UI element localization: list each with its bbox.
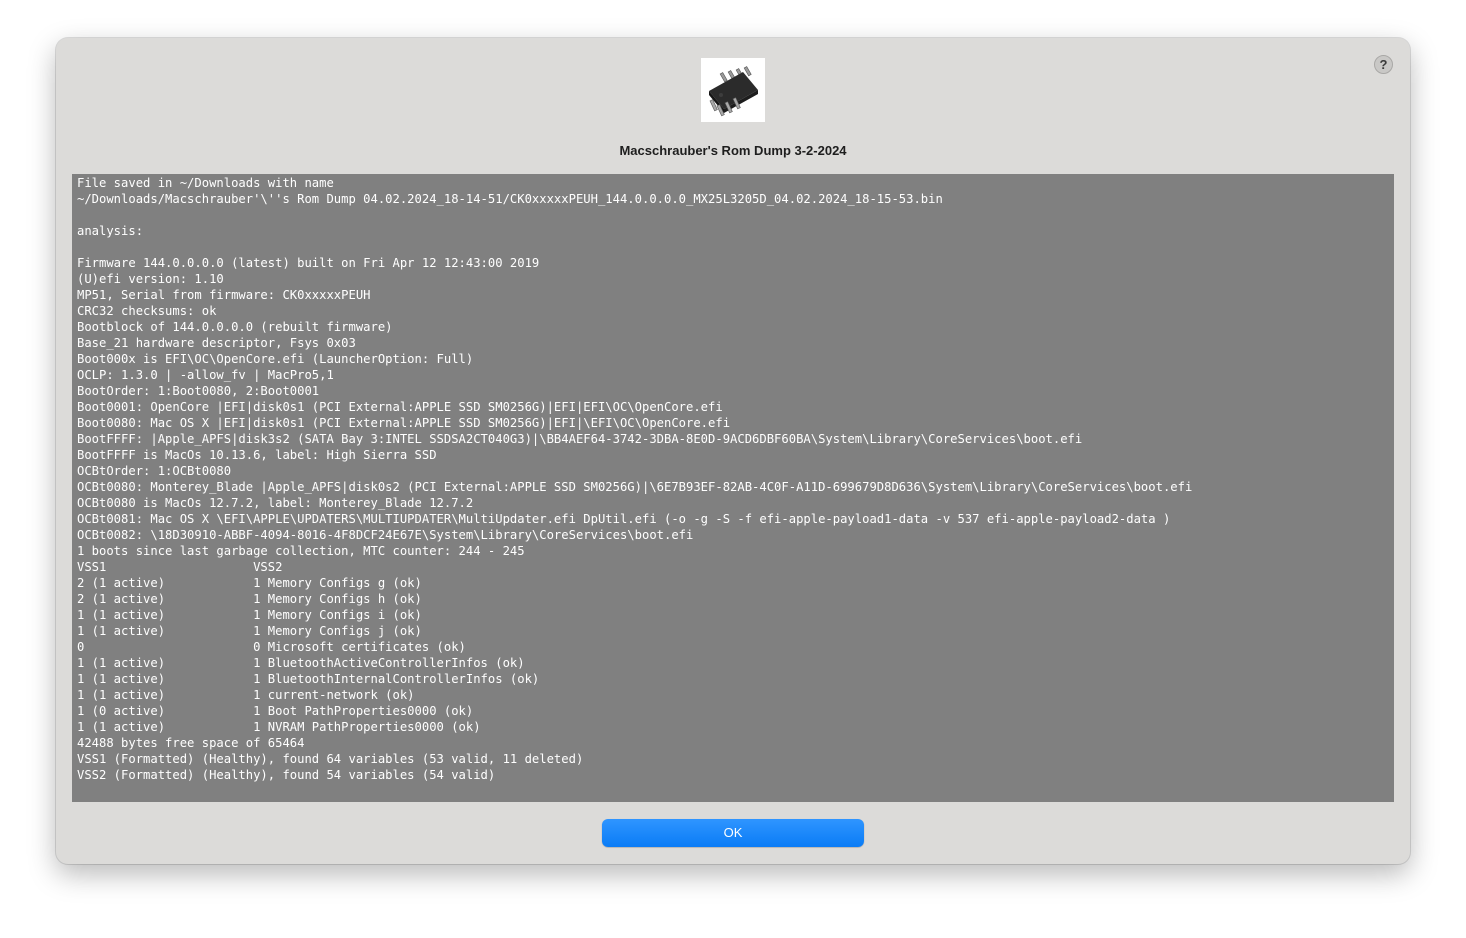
- log-line: 1 (1 active) 1 Memory Configs i (ok): [77, 608, 422, 622]
- log-line: 2 (1 active) 1 Memory Configs h (ok): [77, 592, 422, 606]
- log-line: OCLP: 1.3.0 | -allow_fv | MacPro5,1: [77, 368, 334, 382]
- log-line: BootFFFF: |Apple_APFS|disk3s2 (SATA Bay …: [77, 432, 1083, 446]
- dialog-title: Macschrauber's Rom Dump 3-2-2024: [619, 143, 847, 158]
- log-line: VSS2 (Formatted) (Healthy), found 54 var…: [77, 768, 496, 782]
- log-line: Firmware 144.0.0.0.0 (latest) built on F…: [77, 256, 540, 270]
- log-line: OCBt0081: Mac OS X \EFI\APPLE\UPDATERS\M…: [77, 512, 1171, 526]
- log-line: BootFFFF is MacOs 10.13.6, label: High S…: [77, 448, 437, 462]
- log-line: VSS1 VSS2: [77, 560, 283, 574]
- log-line: 1 boots since last garbage collection, M…: [77, 544, 525, 558]
- rom-dump-dialog: ? Macschrauber's Rom Dump 3-2-2024 File …: [56, 38, 1410, 864]
- log-line: analysis:: [77, 224, 144, 238]
- log-output[interactable]: File saved in ~/Downloads with name ~/Dow…: [72, 174, 1394, 802]
- log-line: Bootblock of 144.0.0.0.0 (rebuilt firmwa…: [77, 320, 393, 334]
- log-line: OCBtOrder: 1:OCBt0080: [77, 464, 232, 478]
- log-line: BootOrder: 1:Boot0080, 2:Boot0001: [77, 384, 320, 398]
- log-line: File saved in ~/Downloads with name: [77, 176, 334, 190]
- log-line: 1 (1 active) 1 NVRAM PathProperties0000 …: [77, 720, 481, 734]
- log-line: Base_21 hardware descriptor, Fsys 0x03: [77, 336, 356, 350]
- log-line: CRC32 checksums: ok: [77, 304, 217, 318]
- log-line: OCBt0082: \18D30910-ABBF-4094-8016-4F8DC…: [77, 528, 694, 542]
- log-line: Boot0080: Mac OS X |EFI|disk0s1 (PCI Ext…: [77, 416, 731, 430]
- log-line: (U)efi version: 1.10: [77, 272, 224, 286]
- log-line: Boot000x is EFI\OC\OpenCore.efi (Launche…: [77, 352, 474, 366]
- log-line: VSS1 (Formatted) (Healthy), found 64 var…: [77, 752, 584, 766]
- ok-button[interactable]: OK: [602, 819, 864, 847]
- log-line: OCBt0080 is MacOs 12.7.2, label: Montere…: [77, 496, 474, 510]
- help-button[interactable]: ?: [1374, 55, 1393, 74]
- log-line: OCBt0080: Monterey_Blade |Apple_APFS|dis…: [77, 480, 1193, 494]
- log-line: ~/Downloads/Macschrauber'\''s Rom Dump 0…: [77, 192, 943, 206]
- log-line: 1 (1 active) 1 current-network (ok): [77, 688, 415, 702]
- log-line: 1 (0 active) 1 Boot PathProperties0000 (…: [77, 704, 474, 718]
- log-line: MP51, Serial from firmware: CK0xxxxxPEUH: [77, 288, 371, 302]
- log-line: 1 (1 active) 1 BluetoothInternalControll…: [77, 672, 540, 686]
- chip-icon: [701, 58, 765, 122]
- log-line: Boot0001: OpenCore |EFI|disk0s1 (PCI Ext…: [77, 400, 723, 414]
- log-line: 42488 bytes free space of 65464: [77, 736, 305, 750]
- log-line: 2 (1 active) 1 Memory Configs g (ok): [77, 576, 422, 590]
- log-line: 1 (1 active) 1 BluetoothActiveController…: [77, 656, 525, 670]
- log-line: 1 (1 active) 1 Memory Configs j (ok): [77, 624, 422, 638]
- log-line: 0 0 Microsoft certificates (ok): [77, 640, 466, 654]
